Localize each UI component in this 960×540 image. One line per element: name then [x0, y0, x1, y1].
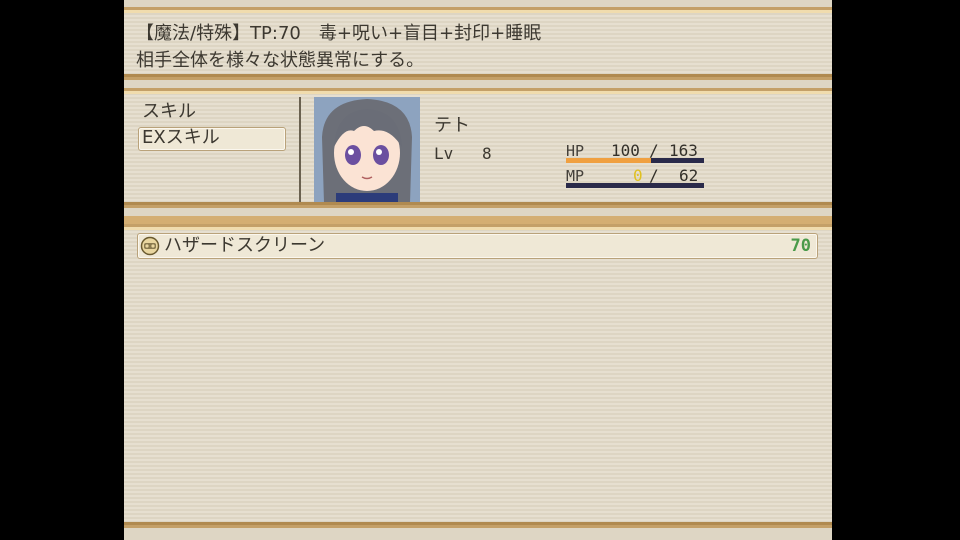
- skill-type-skill[interactable]: スキル: [142, 101, 196, 123]
- status-window: スキル EXスキル テト Lv 8 HP 100 / 163 MP 0 / 62: [124, 88, 832, 208]
- help-line-1: 【魔法/特殊】TP:70 毒+呪い+盲目+封印+睡眠: [136, 23, 542, 44]
- actor-face-image: [314, 97, 420, 203]
- mp-label: MP: [566, 167, 585, 185]
- hazard-skill-icon: [140, 236, 160, 256]
- skill-list-item[interactable]: ハザードスクリーン 70: [137, 233, 818, 259]
- hp-current: 100: [611, 141, 640, 160]
- divider: [299, 97, 301, 203]
- hp-max: 163: [669, 141, 698, 160]
- skill-list-window: ハザードスクリーン 70: [124, 224, 832, 528]
- skill-name: ハザードスクリーン: [164, 235, 326, 256]
- mp-current: 0: [633, 166, 643, 185]
- mp-max: 62: [679, 166, 699, 185]
- hp-label: HP: [566, 142, 585, 160]
- actor-level: 8: [482, 144, 492, 163]
- actor-level-label: Lv: [434, 144, 454, 163]
- hp-slash: /: [649, 141, 659, 160]
- window-gap-strip: [124, 216, 832, 224]
- help-line-2: 相手全体を様々な状態異常にする。: [136, 50, 425, 71]
- mp-slash: /: [649, 166, 659, 185]
- help-window: 【魔法/特殊】TP:70 毒+呪い+盲目+封印+睡眠 相手全体を様々な状態異常に…: [124, 7, 832, 80]
- game-screen: 【魔法/特殊】TP:70 毒+呪い+盲目+封印+睡眠 相手全体を様々な状態異常に…: [124, 0, 832, 540]
- actor-name: テト: [434, 115, 470, 136]
- skill-type-exskill[interactable]: EXスキル: [142, 127, 220, 149]
- skill-tp-cost: 70: [790, 236, 811, 256]
